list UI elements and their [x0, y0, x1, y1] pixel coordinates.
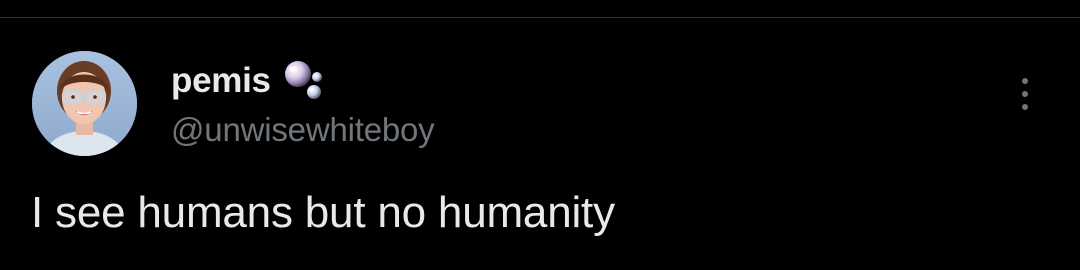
soap-bubbles-icon — [284, 61, 322, 99]
more-options-button[interactable] — [1004, 72, 1046, 116]
avatar-image — [32, 51, 137, 156]
display-name[interactable]: pemis — [171, 56, 271, 106]
more-options-vertical-icon — [1022, 104, 1028, 110]
author-handle[interactable]: @unwisewhiteboy — [171, 108, 435, 152]
avatar[interactable] — [32, 51, 137, 156]
tweet-text: I see humans but no humanity — [31, 188, 615, 237]
divider — [0, 17, 1080, 18]
more-options-vertical-icon — [1022, 78, 1028, 84]
author-name-row: pemis — [171, 56, 331, 106]
tweet-card: pemis @unwisewhiteboy I see humans but n… — [0, 0, 1080, 270]
more-options-vertical-icon — [1022, 91, 1028, 97]
